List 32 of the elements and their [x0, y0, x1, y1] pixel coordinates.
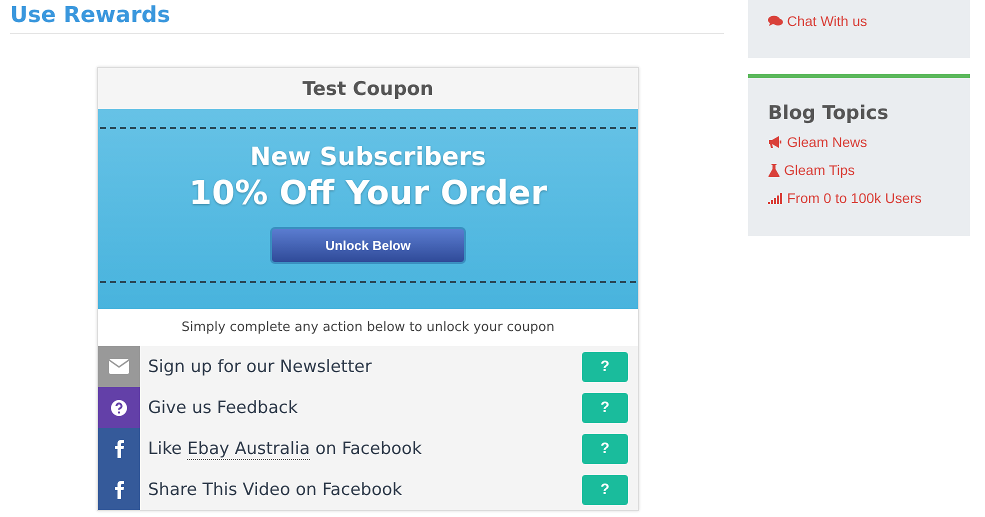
- blog-topic-link[interactable]: Gleam Tips: [768, 162, 950, 178]
- help-button[interactable]: ?: [582, 352, 628, 382]
- page-link[interactable]: Ebay Australia: [187, 438, 310, 460]
- facebook-icon: [114, 480, 124, 498]
- action-row[interactable]: Give us Feedback ?: [98, 387, 638, 428]
- help-button[interactable]: ?: [582, 392, 628, 422]
- help-button[interactable]: ?: [582, 434, 628, 464]
- megaphone-icon: [768, 136, 783, 148]
- action-label: Give us Feedback: [147, 398, 299, 418]
- blog-topic-link[interactable]: Gleam News: [768, 134, 950, 150]
- blog-topic-link[interactable]: From 0 to 100k Users: [768, 190, 950, 206]
- action-row[interactable]: Share This Video on Facebook ?: [98, 469, 638, 510]
- help-button[interactable]: ?: [582, 474, 628, 504]
- question-icon: [111, 400, 127, 416]
- coupon-headline: New Subscribers: [250, 142, 486, 171]
- signal-bars-icon: [768, 192, 783, 204]
- action-row[interactable]: Like Ebay Australia on Facebook ?: [98, 428, 638, 469]
- action-row[interactable]: Sign up for our Newsletter ?: [98, 346, 638, 387]
- page-title: Use Rewards: [10, 4, 724, 34]
- flask-icon: [768, 164, 780, 176]
- coupon-title: Test Coupon: [98, 68, 638, 109]
- facebook-icon: [114, 440, 124, 458]
- chat-link[interactable]: Chat With us: [768, 13, 950, 29]
- unlock-button[interactable]: Unlock Below: [270, 227, 466, 264]
- envelope-icon: [109, 359, 129, 374]
- coupon-instructions: Simply complete any action below to unlock your coupon: [180, 319, 556, 337]
- chat-icon: [768, 15, 783, 27]
- action-label: Share This Video on Facebook: [147, 480, 404, 500]
- action-label: Sign up for our Newsletter: [147, 356, 373, 376]
- blog-topics-title: Blog Topics: [768, 102, 890, 124]
- coupon-offer: 10% Off Your Order: [188, 173, 548, 212]
- action-label: Like Ebay Australia on Facebook: [147, 438, 423, 458]
